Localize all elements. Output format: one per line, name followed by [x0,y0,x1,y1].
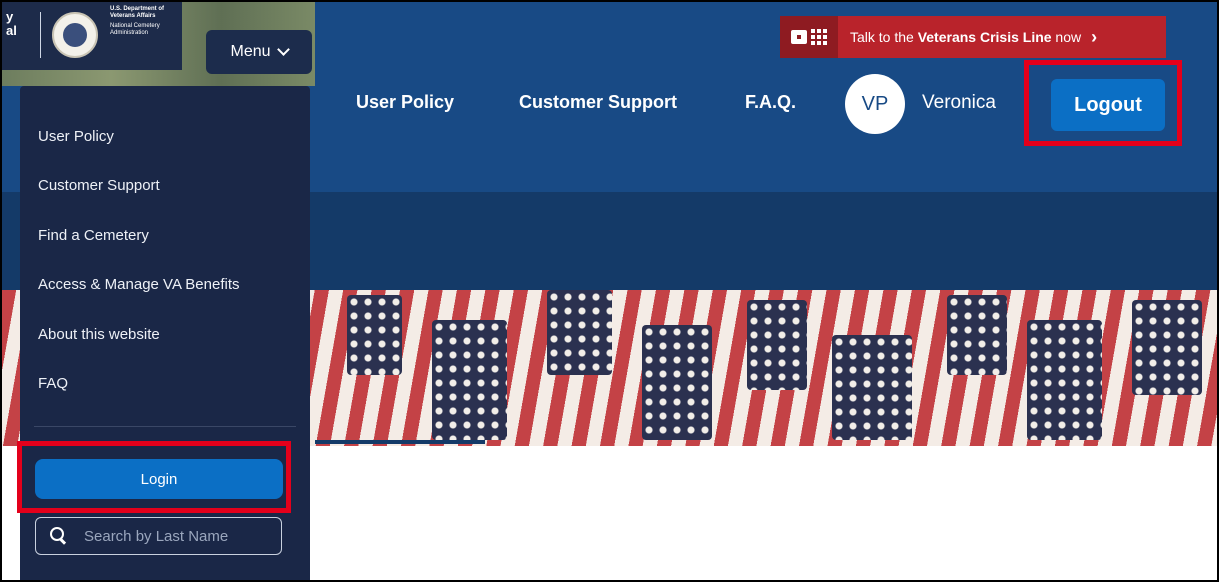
logo-partial-text: y al [6,9,17,38]
search-icon [50,527,68,545]
flag-canton [1132,300,1202,395]
menu-label: Menu [230,43,271,60]
chevron-down-icon [276,43,290,56]
user-avatar[interactable]: VP [845,74,905,134]
flag-canton [1027,320,1102,440]
sidebar-divider [34,426,296,427]
logo-panel: y al U.S. Department of Veterans Affairs … [2,2,182,70]
crisis-line-icon [780,16,838,58]
logout-button[interactable]: Logout [1051,79,1165,131]
sidebar-item-faq[interactable]: FAQ [38,375,68,392]
flag-canton [432,320,507,440]
sidebar-item-find-cemetery[interactable]: Find a Cemetery [38,227,149,244]
chevron-right-icon: › [1091,26,1098,47]
sidebar-item-user-policy[interactable]: User Policy [38,128,114,145]
hero-accent-strip [315,440,485,444]
logo-divider [40,12,41,58]
crisis-line-text: Talk to the Veterans Crisis Line now [850,29,1082,45]
login-button[interactable]: Login [35,459,283,499]
page-frame: Talk to the Veterans Crisis Line now › U… [0,0,1219,582]
va-seal-icon [52,12,98,58]
nav-faq[interactable]: F.A.Q. [745,92,796,113]
nav-user-policy[interactable]: User Policy [356,92,454,113]
flag-canton [947,295,1007,375]
veterans-crisis-line-banner[interactable]: Talk to the Veterans Crisis Line now › [780,16,1166,58]
logo-agency-text: U.S. Department of Veterans Affairs Nati… [110,6,165,36]
flag-canton [832,335,912,440]
flag-canton [747,300,807,390]
sidebar-item-about[interactable]: About this website [38,326,160,343]
nav-customer-support[interactable]: Customer Support [519,92,677,113]
flag-canton [642,325,712,440]
flag-canton [547,290,612,375]
sidebar-item-customer-support[interactable]: Customer Support [38,177,160,194]
sidebar-item-va-benefits[interactable]: Access & Manage VA Benefits [38,276,240,293]
search-input[interactable] [82,526,266,546]
user-name[interactable]: Veronica [922,92,996,114]
flag-canton [347,295,402,375]
menu-button[interactable]: Menu [206,30,312,74]
search-box[interactable] [35,517,282,555]
